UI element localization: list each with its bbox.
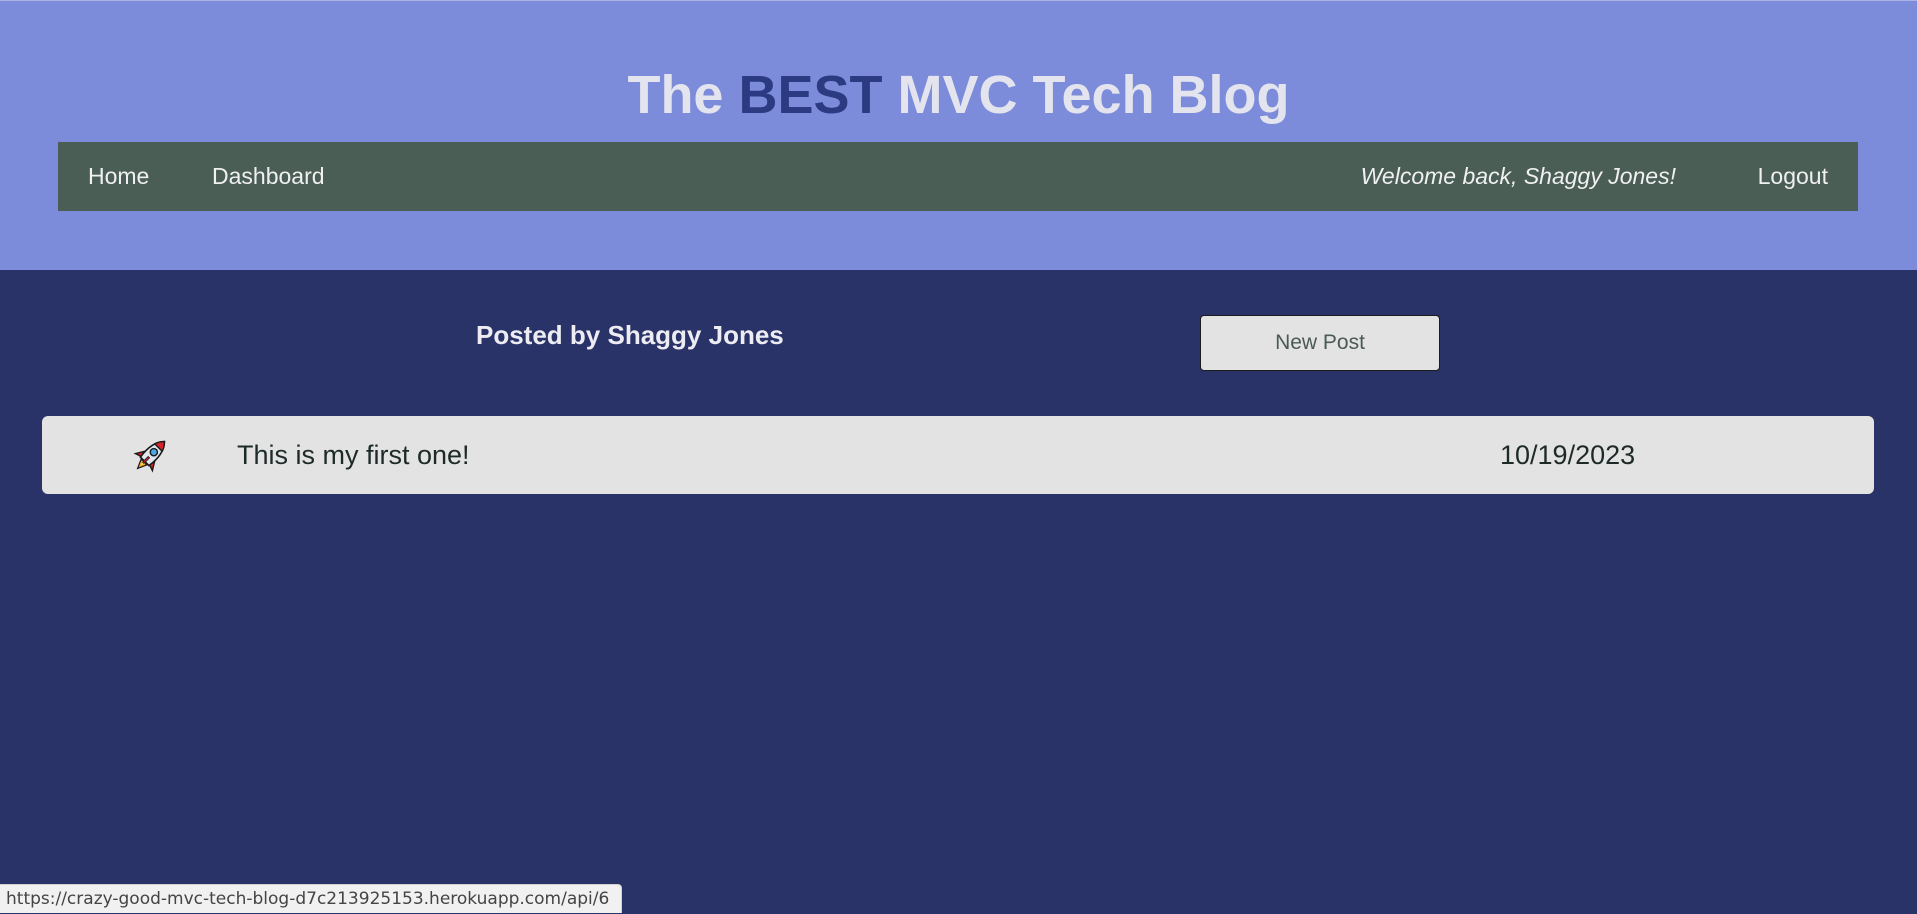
nav-home-link[interactable]: Home (88, 142, 149, 211)
site-title-prefix: The (627, 65, 724, 125)
welcome-message: Welcome back, Shaggy Jones! (1360, 163, 1676, 189)
site-header: The BEST MVC Tech Blog Home Dashboard We… (0, 0, 1917, 270)
site-title-highlight: BEST (738, 65, 883, 125)
status-bar-url: https://crazy-good-mvc-tech-blog-d7c2139… (0, 884, 623, 913)
posted-by-heading: Posted by Shaggy Jones (476, 320, 784, 350)
site-title: The BEST MVC Tech Blog (0, 63, 1917, 127)
rocket-icon (130, 434, 172, 476)
post-title[interactable]: This is my first one! (237, 416, 470, 494)
site-title-suffix: MVC Tech Blog (897, 65, 1290, 125)
post-list-item[interactable]: This is my first one! 10/19/2023 (42, 416, 1874, 494)
nav-logout-link[interactable]: Logout (1758, 142, 1828, 211)
new-post-button[interactable]: New Post (1200, 315, 1440, 371)
navbar: Home Dashboard Welcome back, Shaggy Jone… (58, 142, 1858, 211)
nav-dashboard-link[interactable]: Dashboard (212, 142, 325, 211)
post-date: 10/19/2023 (1500, 440, 1636, 470)
